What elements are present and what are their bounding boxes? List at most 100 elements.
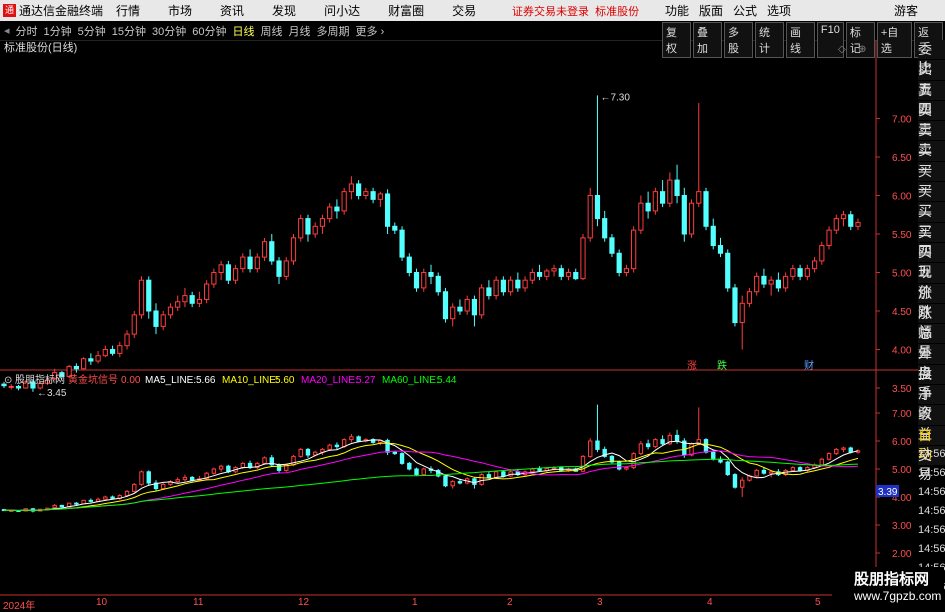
candle-body	[508, 279, 514, 293]
menu-gongneng[interactable]: 功能	[665, 2, 689, 19]
candle-body	[269, 241, 275, 262]
panel-toggle-icon[interactable]: ◂	[4, 24, 10, 37]
period-monthly[interactable]: 月线	[289, 23, 311, 39]
menu-caifuquan[interactable]: 财富圈	[388, 2, 424, 19]
candle-body	[232, 268, 239, 281]
candle-body	[804, 268, 810, 277]
period-1min[interactable]: 1分钟	[44, 23, 72, 39]
side-sell2[interactable]: 卖二	[918, 121, 945, 157]
period-15min[interactable]: 15分钟	[112, 23, 146, 39]
side-buy4[interactable]: 买四	[918, 222, 945, 259]
candle-body	[761, 469, 767, 474]
menu-zixun[interactable]: 资讯	[220, 2, 244, 19]
time-label: 14:56	[918, 467, 945, 479]
ind-y-tick-label: 5.00	[892, 465, 912, 476]
candle-body	[493, 471, 499, 478]
side-sell1[interactable]: 卖一	[918, 141, 945, 178]
marker-zhang[interactable]: 涨	[687, 360, 697, 372]
login-notice[interactable]: 证券交易未登录 标准股份	[512, 3, 639, 19]
side-weibi[interactable]: 委比	[918, 40, 945, 76]
candle-body	[471, 298, 478, 316]
candle-body	[240, 462, 246, 469]
side-volume[interactable]: 总量	[918, 324, 945, 360]
ma10-label: MA10_LINE:	[222, 375, 279, 386]
period-multi[interactable]: 多周期	[317, 23, 350, 39]
marker-die[interactable]: 跌	[717, 359, 727, 372]
candle-body	[450, 306, 456, 320]
marker-cai[interactable]: 财	[804, 359, 814, 372]
diamond-icon[interactable]: ◇	[838, 44, 846, 55]
candle-body	[689, 443, 694, 456]
candle-body	[580, 237, 586, 280]
menu-hangqing[interactable]: 行情	[116, 2, 140, 19]
menu-wenxiaoda[interactable]: 问小达	[324, 2, 360, 19]
period-60min[interactable]: 60分钟	[192, 23, 226, 39]
side-sell3[interactable]: 卖三	[918, 100, 945, 137]
side-buy1[interactable]: 买一	[918, 161, 945, 198]
indicator-name[interactable]: 股朋指标网	[15, 373, 65, 386]
candle-body	[211, 272, 217, 285]
side-change-pct[interactable]: 涨幅	[918, 303, 945, 340]
side-turnover[interactable]: 换手	[918, 364, 945, 401]
side-price[interactable]: 现价	[918, 263, 945, 300]
candle-body	[103, 496, 108, 500]
menu-faxian[interactable]: 发现	[272, 2, 296, 19]
signal-label: 黄金坑信号	[68, 373, 118, 386]
candle-body	[182, 295, 188, 303]
period-fenshi[interactable]: 分时	[16, 23, 38, 39]
side-sell4[interactable]: 卖四	[918, 80, 945, 117]
candle-body	[768, 471, 774, 474]
logo-icon: 通	[3, 4, 16, 17]
side-earnings[interactable]: 收益	[918, 405, 945, 442]
candle-body	[392, 451, 398, 455]
side-outer[interactable]: 外盘	[918, 344, 945, 381]
candle-body	[790, 268, 796, 277]
candle-body	[189, 295, 195, 304]
period-30min[interactable]: 30分钟	[152, 23, 186, 39]
candle-body	[124, 490, 130, 497]
candle-body	[261, 241, 268, 258]
quote-side-panel: 委比 卖五 卖四 卖三 卖二 卖一 买一 买二 买三 买四 买五 现价 涨跌 涨…	[918, 40, 945, 482]
candle-body	[139, 471, 144, 485]
candle-body	[602, 218, 608, 239]
menu-shichang[interactable]: 市场	[168, 2, 192, 19]
candle-body	[88, 499, 94, 502]
period-weekly[interactable]: 周线	[261, 23, 283, 39]
menu-banmian[interactable]: 版面	[699, 2, 723, 19]
candle-body	[421, 272, 427, 289]
candle-body	[740, 479, 745, 488]
candle-body	[522, 279, 528, 289]
candle-body	[486, 287, 492, 297]
time-label: 14:56	[918, 505, 945, 517]
side-sell5[interactable]: 卖五	[918, 60, 945, 97]
candle-body	[384, 193, 391, 227]
candle-body	[652, 191, 658, 212]
candle-body	[790, 467, 796, 471]
period-5min[interactable]: 5分钟	[78, 23, 106, 39]
menu-gongshi[interactable]: 公式	[733, 2, 757, 19]
candle-body	[595, 440, 600, 450]
side-buy5[interactable]: 买五	[918, 242, 945, 279]
y-tick-label: 4.00	[892, 346, 912, 357]
ind-y-tick-label: 2.00	[892, 549, 912, 560]
side-change[interactable]: 涨跌	[918, 283, 945, 320]
candle-body	[739, 302, 745, 324]
candle-body	[588, 440, 593, 457]
candle-body	[356, 183, 362, 196]
period-daily[interactable]: 日线	[233, 23, 255, 39]
guest-label[interactable]: 游客	[894, 2, 918, 19]
indicator-gear-icon[interactable]: ⊙	[4, 375, 12, 386]
period-more[interactable]: 更多 ›	[356, 23, 385, 39]
kline-chart[interactable]: 标准股份(日线) ◇ ⊕ 7.00 6.50 6.00 5.50 5.00 4.50 4.0…	[0, 40, 918, 609]
candle-body	[211, 468, 217, 474]
side-buy2[interactable]: 买二	[918, 182, 945, 218]
side-buy3[interactable]: 买三	[918, 202, 945, 239]
menu-xuanxiang[interactable]: 选项	[767, 2, 791, 19]
candle-body	[551, 268, 557, 272]
time-label: 14:56	[918, 486, 945, 498]
zoom-icon[interactable]: ⊕	[858, 44, 866, 55]
menu-jiaoyi[interactable]: 交易	[452, 2, 476, 19]
candle-body	[855, 221, 861, 227]
side-auto[interactable]: 自动	[918, 425, 945, 462]
side-nav[interactable]: 净资	[918, 385, 945, 421]
